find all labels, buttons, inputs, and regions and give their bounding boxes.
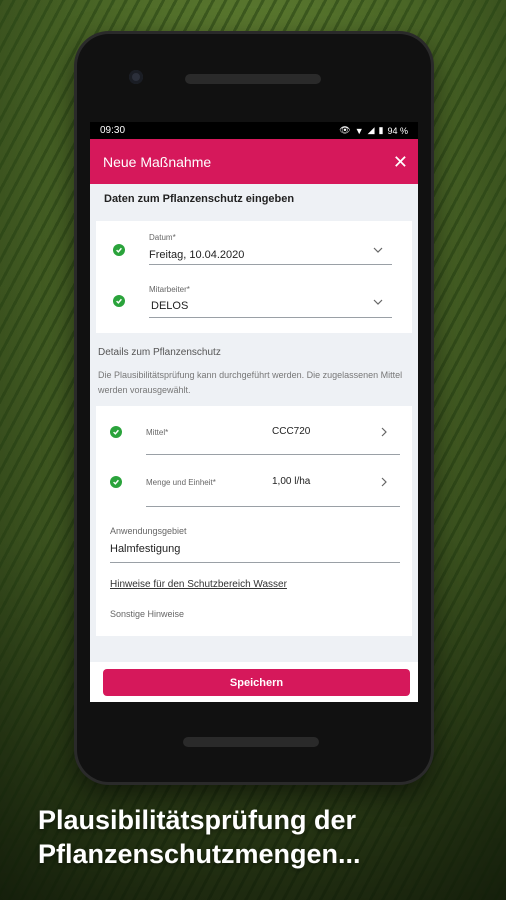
app-bar-title: Neue Maßnahme: [103, 153, 212, 170]
battery-percent: 94 %: [387, 125, 408, 136]
caption-line-2: Pflanzenschutzmengen...: [38, 839, 361, 869]
front-camera: [129, 70, 143, 84]
caption-line-1: Plausibilitätsprüfung der: [38, 805, 357, 835]
menge-label: Menge und Einheit*: [146, 478, 216, 487]
save-button[interactable]: Speichern: [103, 669, 410, 696]
app-bar: Neue Maßnahme ✕: [90, 139, 418, 184]
phone-frame: 09:30 👁 ▼ ◢ ▮ 94 % Neue Maßnahme ✕ Daten…: [77, 34, 431, 782]
check-icon: [110, 476, 122, 488]
app-screen: 09:30 👁 ▼ ◢ ▮ 94 % Neue Maßnahme ✕ Daten…: [90, 122, 418, 702]
mitarbeiter-field[interactable]: DELOS: [151, 300, 188, 312]
menge-underline: [146, 506, 400, 507]
datum-field[interactable]: Freitag, 10.04.2020: [149, 249, 244, 261]
battery-icon: ▮: [378, 125, 384, 135]
promo-caption: Plausibilitätsprüfung der Pflanzenschutz…: [38, 803, 361, 871]
mittel-label: Mittel*: [146, 428, 169, 437]
status-time: 09:30: [100, 125, 126, 136]
wifi-icon: ▼: [354, 125, 364, 136]
chevron-right-icon[interactable]: [379, 477, 389, 487]
check-icon: [113, 244, 125, 256]
datum-label: Datum*: [149, 233, 176, 242]
save-bar: Speichern: [90, 662, 418, 702]
check-icon: [110, 426, 122, 438]
menge-value[interactable]: 1,00 l/ha: [272, 476, 310, 487]
status-bar: 09:30 👁 ▼ ◢ ▮ 94 %: [90, 122, 418, 139]
details-info: Die Plausibilitätsprüfung kann durchgefü…: [98, 370, 403, 395]
anwendung-underline: [110, 562, 400, 563]
sonstige-label: Sonstige Hinweise: [110, 609, 185, 619]
anwendung-field[interactable]: Halmfestigung: [110, 543, 180, 555]
chevron-right-icon[interactable]: [379, 427, 389, 437]
close-icon[interactable]: ✕: [393, 153, 408, 171]
chevron-down-icon[interactable]: [373, 245, 383, 255]
details-card: Mittel* CCC720 Menge und Einheit* 1,00 l…: [96, 406, 412, 636]
general-card: Datum* Freitag, 10.04.2020 Mitarbeiter* …: [96, 221, 412, 333]
chevron-down-icon[interactable]: [373, 297, 383, 307]
status-icons: 👁 ▼ ◢ ▮ 94 %: [339, 125, 408, 136]
anwendung-label: Anwendungsgebiet: [110, 526, 187, 536]
check-icon: [113, 295, 125, 307]
section-header: Daten zum Pflanzenschutz eingeben: [90, 184, 418, 213]
speaker-top: [185, 74, 321, 84]
signal-icon: ◢: [367, 125, 375, 135]
mittel-value[interactable]: CCC720: [272, 426, 310, 437]
details-title: Details zum Pflanzenschutz: [98, 347, 221, 358]
hinweise-wasser-link[interactable]: Hinweise für den Schutzbereich Wasser: [110, 579, 287, 590]
mitarbeiter-label: Mitarbeiter*: [149, 285, 190, 294]
datum-underline: [149, 264, 392, 265]
eye-icon: 👁: [339, 125, 351, 135]
speaker-bottom: [183, 737, 319, 747]
mitarbeiter-underline: [149, 317, 392, 318]
mittel-underline: [146, 454, 400, 455]
